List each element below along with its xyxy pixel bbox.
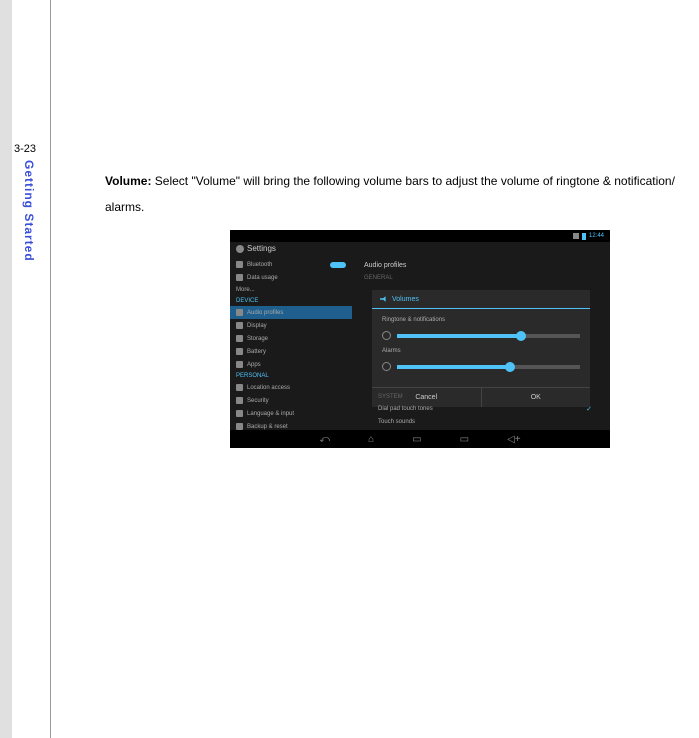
bluetooth-icon — [236, 261, 243, 268]
storage-icon — [236, 335, 243, 342]
phone-icon — [382, 331, 391, 340]
vertical-divider — [50, 0, 51, 738]
display-icon — [236, 322, 243, 329]
sidebar-item-label: Apps — [247, 362, 261, 368]
settings-title-text: Settings — [247, 244, 276, 253]
right-panel-header: Audio profiles — [352, 258, 610, 273]
sidebar-item-audio-profiles[interactable]: Audio profiles — [230, 306, 352, 319]
nav-home-icon[interactable]: ⌂ — [368, 434, 374, 445]
nav-volume-icon[interactable]: ◁+ — [507, 434, 521, 445]
sidebar-item-label: Security — [247, 398, 269, 404]
sidebar-item-label: More... — [236, 287, 255, 293]
gear-icon — [236, 245, 244, 253]
section-label: Getting Started — [22, 160, 36, 262]
volumes-dialog: Volumes Ringtone & notifications Alarms — [372, 290, 590, 407]
sidebar-item-data-usage[interactable]: Data usage — [230, 271, 352, 284]
system-item-label: Touch sounds — [378, 419, 415, 425]
sidebar-item-label: Language & input — [247, 411, 294, 417]
nav-bar: ⤺ ⌂ ▭ ▭ ◁+ — [230, 430, 610, 448]
sidebar-item-language[interactable]: Language & input — [230, 407, 352, 420]
apps-icon — [236, 361, 243, 368]
status-bar: 12:44 — [230, 230, 610, 242]
sidebar-item-label: Audio profiles — [247, 310, 283, 316]
settings-right-panel: Audio profiles GENERAL — [352, 258, 610, 283]
slider-fill — [397, 334, 521, 338]
dialog-title-text: Volumes — [392, 296, 419, 303]
slider-row-ringtone — [382, 331, 580, 340]
sidebar-item-label: Storage — [247, 336, 268, 342]
nav-back-icon[interactable]: ⤺ — [319, 434, 330, 445]
check-icon: ✓ — [586, 405, 592, 413]
location-icon — [236, 384, 243, 391]
slider-thumb[interactable] — [516, 331, 526, 341]
nav-recent-icon[interactable]: ▭ — [412, 434, 421, 445]
volume-icon — [380, 295, 388, 303]
alarm-slider[interactable] — [397, 365, 580, 369]
sidebar-item-storage[interactable]: Storage — [230, 332, 352, 345]
shield-icon — [236, 397, 243, 404]
system-section: SYSTEM Dial pad touch tones ✓ Touch soun… — [370, 392, 600, 428]
backup-icon — [236, 423, 243, 430]
slider-thumb[interactable] — [505, 362, 515, 372]
sidebar-item-more[interactable]: More... — [230, 284, 352, 296]
paragraph-text: Select "Volume" will bring the following… — [105, 174, 675, 214]
language-icon — [236, 410, 243, 417]
bluetooth-toggle[interactable] — [330, 262, 346, 268]
data-usage-icon — [236, 274, 243, 281]
settings-header: Settings — [236, 244, 276, 253]
audio-icon — [236, 309, 243, 316]
sidebar-item-label: Location access — [247, 385, 290, 391]
sidebar-item-location[interactable]: Location access — [230, 381, 352, 394]
right-panel-sub: GENERAL — [352, 273, 610, 283]
system-item-dialpad[interactable]: Dial pad touch tones ✓ — [370, 402, 600, 416]
ringtone-slider[interactable] — [397, 334, 580, 338]
sidebar-item-display[interactable]: Display — [230, 319, 352, 332]
device-header: DEVICE — [230, 296, 352, 306]
slider-label-alarms: Alarms — [382, 348, 580, 354]
status-time: 12:44 — [589, 233, 604, 239]
slider-label-ringtone: Ringtone & notifications — [382, 317, 580, 323]
battery-icon — [582, 233, 586, 240]
sidebar-item-bluetooth[interactable]: Bluetooth — [230, 258, 352, 271]
sidebar-item-battery[interactable]: Battery — [230, 345, 352, 358]
embedded-screenshot: 12:44 Settings Bluetooth Data usage More… — [230, 230, 610, 448]
sidebar-item-apps[interactable]: Apps — [230, 358, 352, 371]
sidebar-item-security[interactable]: Security — [230, 394, 352, 407]
sidebar-item-label: Display — [247, 323, 267, 329]
personal-header: PERSONAL — [230, 371, 352, 381]
sidebar-item-label: Bluetooth — [247, 262, 272, 268]
slider-row-alarms — [382, 362, 580, 371]
signal-icon — [573, 233, 579, 239]
left-margin-bar — [0, 0, 12, 738]
page-number: 3-23 — [14, 143, 36, 155]
settings-sidebar: Bluetooth Data usage More... DEVICE Audi… — [230, 258, 352, 433]
nav-recent2-icon[interactable]: ▭ — [460, 434, 469, 445]
system-item-touch-sounds[interactable]: Touch sounds — [370, 416, 600, 428]
system-header: SYSTEM — [370, 392, 600, 402]
sidebar-item-label: Battery — [247, 349, 266, 355]
dialog-body: Ringtone & notifications Alarms — [372, 309, 590, 387]
dialog-title: Volumes — [372, 290, 590, 309]
slider-fill — [397, 365, 510, 369]
battery-icon — [236, 348, 243, 355]
sidebar-item-label: Data usage — [247, 275, 278, 281]
paragraph-bold: Volume: — [105, 174, 151, 188]
alarm-icon — [382, 362, 391, 371]
body-paragraph: Volume: Select "Volume" will bring the f… — [105, 168, 695, 221]
sidebar-item-label: Backup & reset — [247, 424, 288, 430]
system-item-label: Dial pad touch tones — [378, 406, 433, 412]
